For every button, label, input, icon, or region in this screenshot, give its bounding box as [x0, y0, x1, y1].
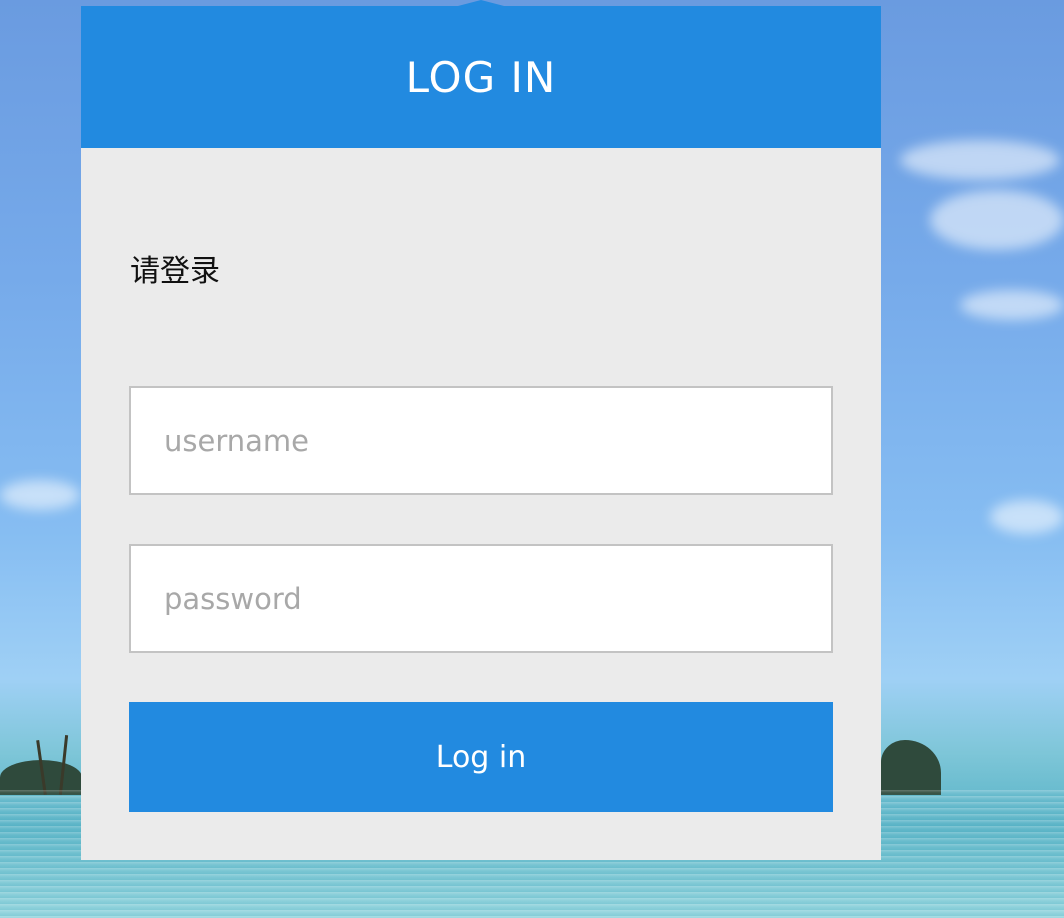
login-title: LOG IN — [405, 52, 557, 102]
cloud — [900, 140, 1060, 180]
island — [881, 740, 941, 795]
login-button[interactable]: Log in — [129, 702, 833, 812]
cloud — [960, 290, 1064, 320]
cloud — [0, 480, 80, 510]
login-prompt: 请登录 — [130, 254, 220, 289]
password-input[interactable] — [129, 544, 833, 653]
cloud — [930, 190, 1064, 250]
cloud — [990, 500, 1064, 534]
login-card: LOG IN 请登录 Log in — [81, 6, 881, 860]
username-input[interactable] — [129, 386, 833, 495]
login-header: LOG IN — [81, 6, 881, 148]
